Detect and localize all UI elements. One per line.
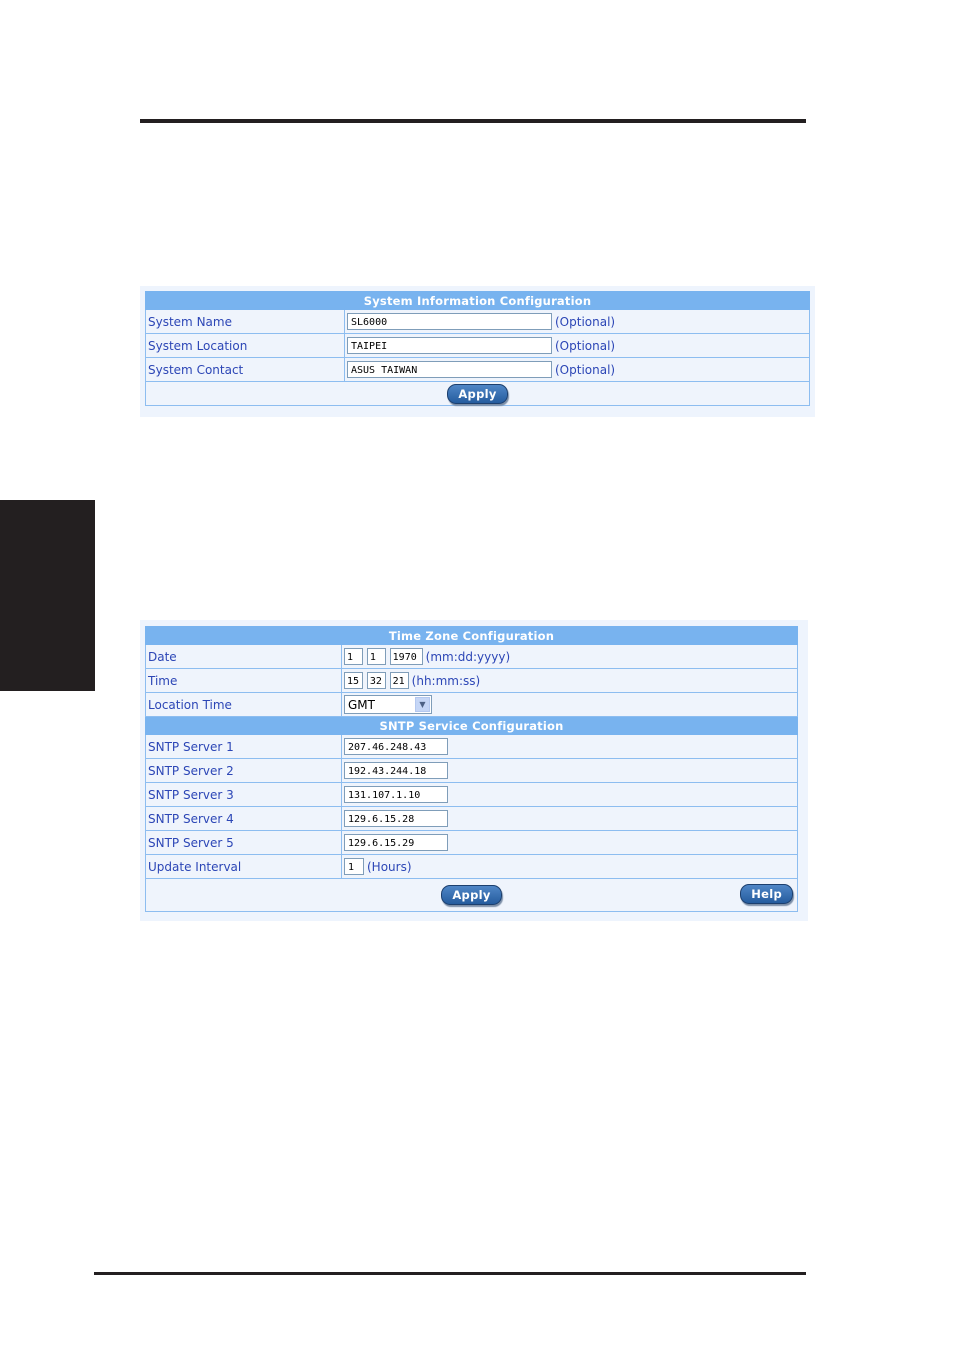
sntp-server-1-label: SNTP Server 1 xyxy=(145,734,342,759)
system-contact-row: System Contact ASUS TAIWAN (Optional) xyxy=(145,357,810,382)
sntp-server-1-input[interactable]: 207.46.248.43 xyxy=(344,738,448,755)
chevron-down-icon[interactable]: ▼ xyxy=(415,697,430,712)
sntp-server-row: SNTP Server 3 131.107.1.10 xyxy=(145,782,798,807)
date-month-input[interactable]: 1 xyxy=(344,648,363,665)
time-zone-table: Time Zone Configuration Date 1 1 1970 (mm… xyxy=(145,626,798,912)
system-contact-label: System Contact xyxy=(145,357,345,382)
sntp-title: SNTP Service Configuration xyxy=(145,716,798,735)
date-label: Date xyxy=(145,644,342,669)
sntp-server-3-label: SNTP Server 3 xyxy=(145,782,342,807)
sntp-server-row: SNTP Server 1 207.46.248.43 xyxy=(145,734,798,759)
time-second-input[interactable]: 21 xyxy=(389,672,409,689)
date-row: Date 1 1 1970 (mm:dd:yyyy) xyxy=(145,644,798,669)
system-info-panel: System Information Configuration System … xyxy=(140,286,815,417)
location-time-row: Location Time GMT ▼ xyxy=(145,692,798,717)
system-contact-input[interactable]: ASUS TAIWAN xyxy=(347,361,552,378)
sntp-server-row: SNTP Server 4 129.6.15.28 xyxy=(145,806,798,831)
sntp-server-4-input[interactable]: 129.6.15.28 xyxy=(344,810,448,827)
sntp-server-3-input[interactable]: 131.107.1.10 xyxy=(344,786,448,803)
update-interval-input[interactable]: 1 xyxy=(344,858,364,875)
system-name-label: System Name xyxy=(145,309,345,334)
sntp-server-row: SNTP Server 5 129.6.15.29 xyxy=(145,830,798,855)
help-button[interactable]: Help xyxy=(740,884,793,904)
sntp-server-row: SNTP Server 2 192.43.244.18 xyxy=(145,758,798,783)
system-name-row: System Name SL6000 (Optional) xyxy=(145,309,810,334)
time-hour-input[interactable]: 15 xyxy=(344,672,363,689)
system-info-apply-button[interactable]: Apply xyxy=(447,383,508,404)
sntp-server-2-input[interactable]: 192.43.244.18 xyxy=(344,762,448,779)
chapter-side-tab xyxy=(0,500,95,691)
footer-rule xyxy=(94,1272,806,1275)
sntp-server-5-label: SNTP Server 5 xyxy=(145,830,342,855)
time-zone-title: Time Zone Configuration xyxy=(145,626,798,645)
time-label: Time xyxy=(145,668,342,693)
system-location-row: System Location TAIPEI (Optional) xyxy=(145,333,810,358)
time-minute-input[interactable]: 32 xyxy=(366,672,386,689)
location-time-label: Location Time xyxy=(145,692,342,717)
sntp-server-4-label: SNTP Server 4 xyxy=(145,806,342,831)
update-interval-row: Update Interval 1 (Hours) xyxy=(145,854,798,879)
time-format-hint: (hh:mm:ss) xyxy=(411,673,481,688)
system-location-hint: (Optional) xyxy=(555,338,616,353)
location-time-selected: GMT xyxy=(348,697,375,712)
system-location-input[interactable]: TAIPEI xyxy=(347,337,552,354)
sntp-server-2-label: SNTP Server 2 xyxy=(145,758,342,783)
sntp-apply-button[interactable]: Apply xyxy=(441,885,502,905)
header-rule xyxy=(140,119,806,123)
date-year-input[interactable]: 1970 xyxy=(389,648,423,665)
system-info-table: System Information Configuration System … xyxy=(145,291,810,406)
date-day-input[interactable]: 1 xyxy=(366,648,386,665)
time-row: Time 15 32 21 (hh:mm:ss) xyxy=(145,668,798,693)
system-contact-hint: (Optional) xyxy=(555,362,616,377)
system-name-input[interactable]: SL6000 xyxy=(347,313,552,330)
date-format-hint: (mm:dd:yyyy) xyxy=(425,649,511,664)
time-zone-panel: Time Zone Configuration Date 1 1 1970 (mm… xyxy=(140,620,808,921)
update-interval-label: Update Interval xyxy=(145,854,342,879)
system-location-label: System Location xyxy=(145,333,345,358)
update-interval-hint: (Hours) xyxy=(367,859,412,874)
system-name-hint: (Optional) xyxy=(555,314,616,329)
system-info-title: System Information Configuration xyxy=(145,291,810,310)
sntp-server-5-input[interactable]: 129.6.15.29 xyxy=(344,834,448,851)
location-time-select[interactable]: GMT ▼ xyxy=(344,695,432,714)
